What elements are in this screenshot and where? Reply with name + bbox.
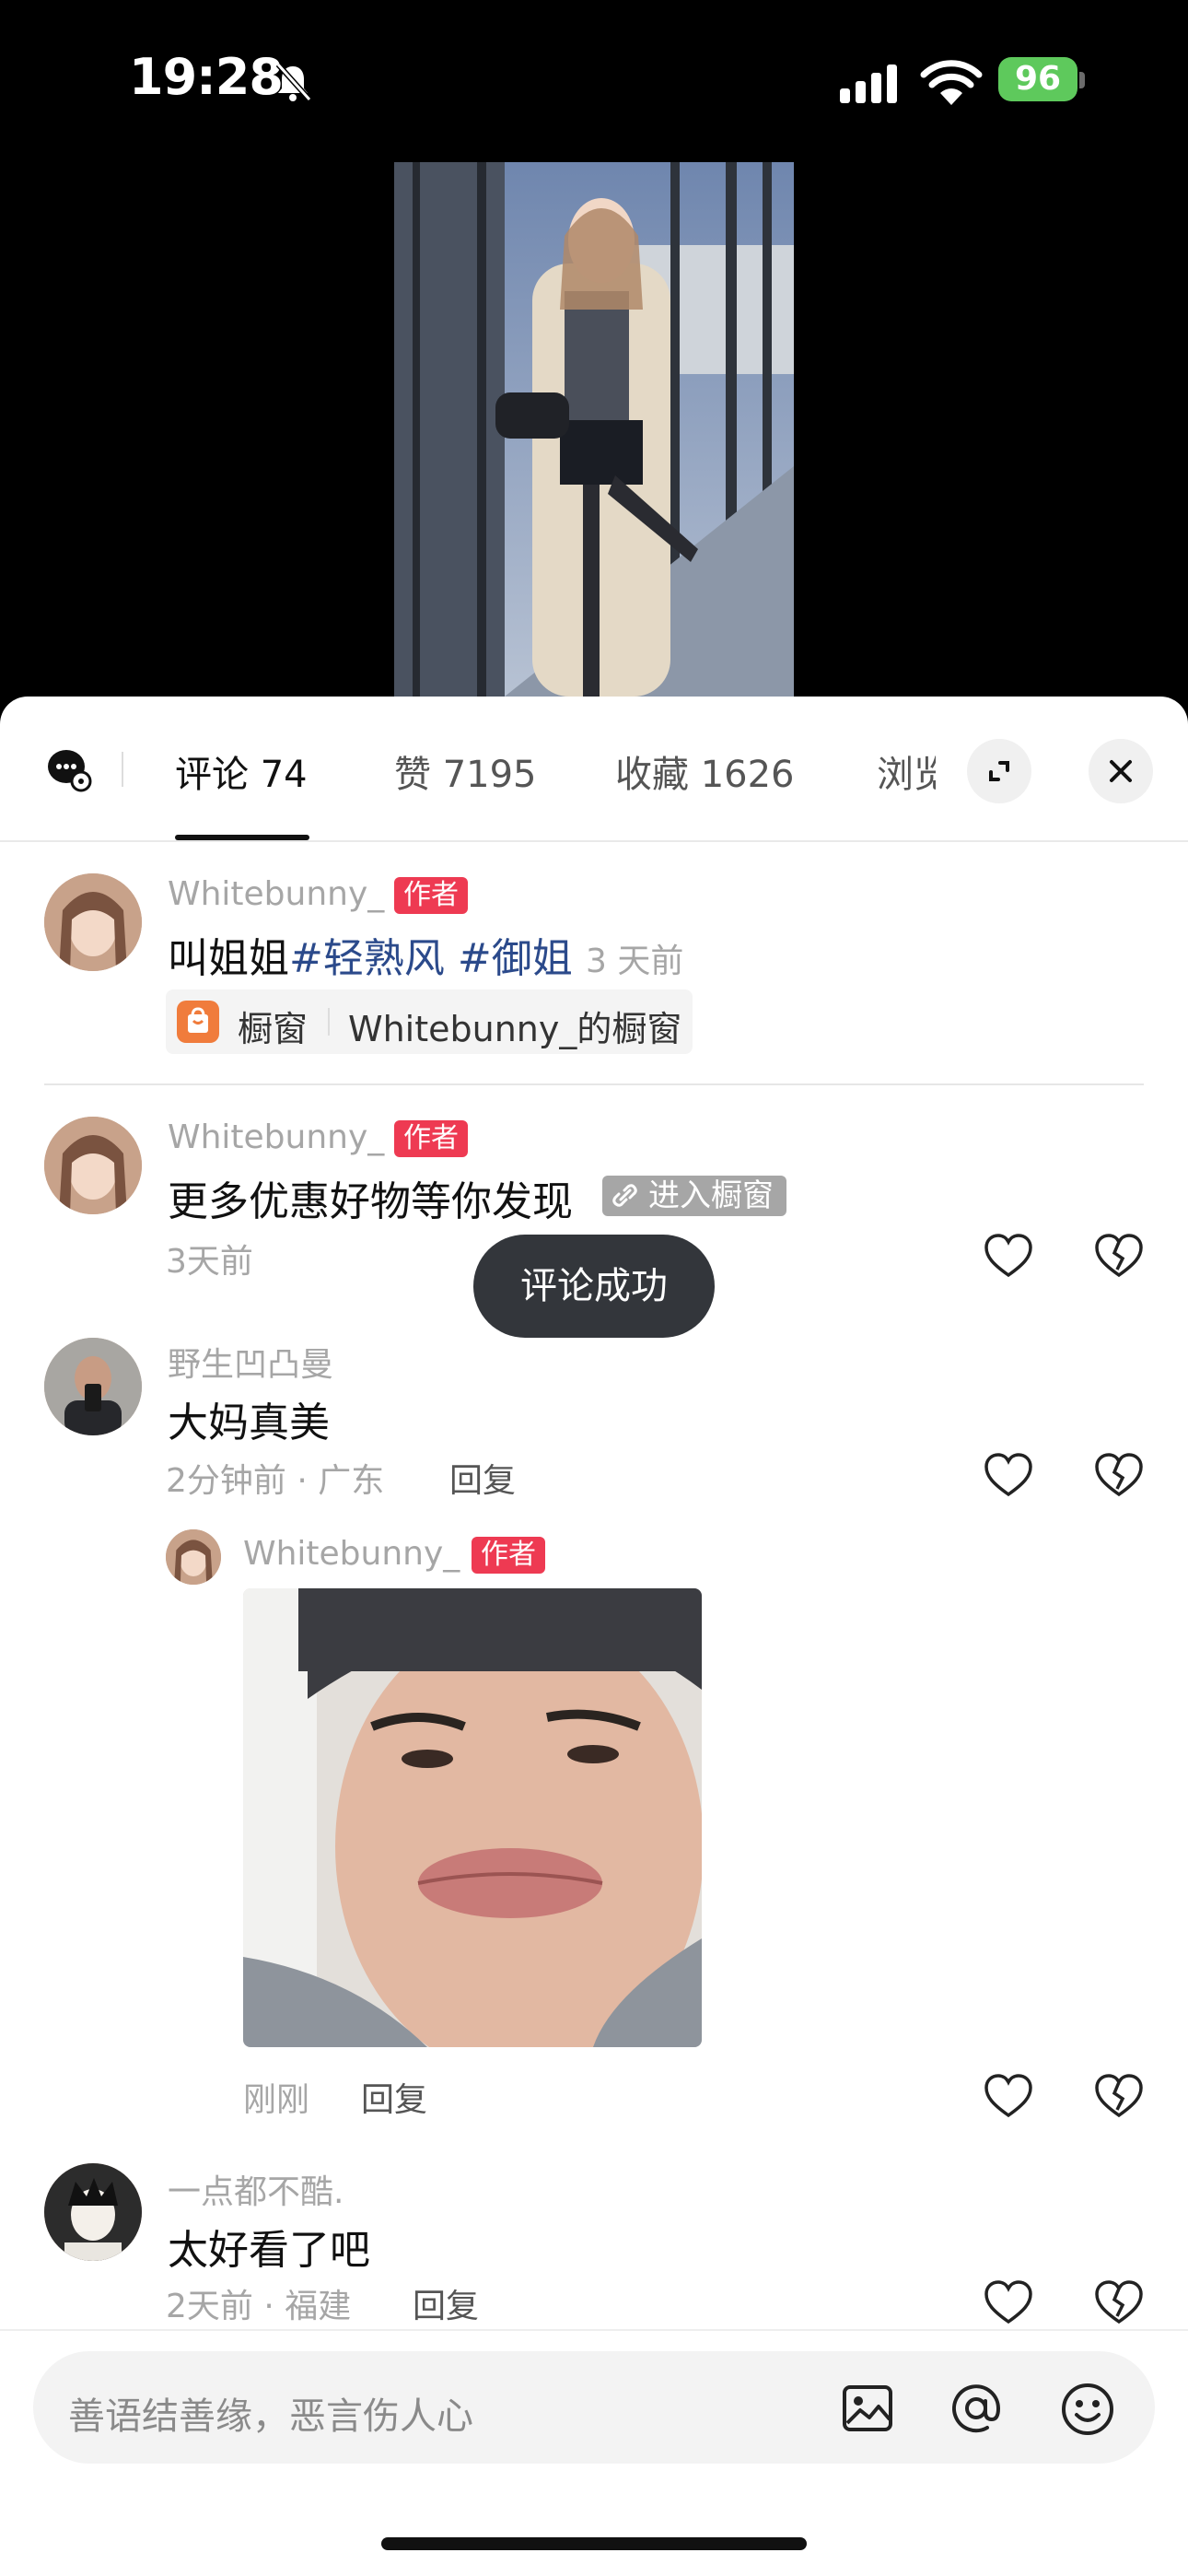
divider	[44, 1083, 1144, 1085]
comment-settings-icon[interactable]	[46, 746, 92, 792]
expand-button[interactable]	[967, 739, 1031, 803]
comment-text: 更多优惠好物等你发现	[168, 1178, 573, 1225]
toast-message: 评论成功	[473, 1235, 715, 1338]
shop-divider	[328, 1008, 330, 1036]
comment-username[interactable]: Whitebunny_	[168, 1118, 384, 1156]
tab-views[interactable]: 浏览	[877, 744, 936, 798]
like-heart-icon[interactable]	[984, 2073, 1033, 2119]
avatar-image	[166, 1529, 221, 1585]
active-tab-indicator	[175, 835, 309, 840]
battery-indicator: 96	[998, 57, 1077, 101]
comment-username[interactable]: Whitebunny_	[243, 1535, 460, 1573]
reply-button[interactable]: 回复	[361, 2073, 427, 2121]
reply-button[interactable]: 回复	[413, 2279, 479, 2327]
avatar[interactable]	[44, 2163, 142, 2261]
silent-bell-icon	[275, 62, 312, 102]
shop-label: 橱窗	[238, 1009, 309, 1049]
tab-favorites[interactable]: 收藏 1626	[615, 744, 795, 798]
like-heart-icon[interactable]	[984, 2279, 1033, 2325]
comment-text: 叫姐姐#轻熟风 #御姐	[168, 925, 573, 984]
reply-photo	[243, 1588, 702, 2047]
author-badge: 作者	[472, 1537, 545, 1574]
wifi-icon	[920, 60, 983, 105]
avatar[interactable]	[44, 873, 142, 971]
mention-icon[interactable]	[949, 2381, 1004, 2436]
comment-time: 2分钟前 · 广东	[166, 1462, 385, 1500]
comments-sheet: 评论 74 赞 7195 收藏 1626 浏览 Whitebunny_ 作者 叫…	[0, 697, 1188, 2576]
reply-button[interactable]: 回复	[449, 1454, 516, 1502]
expand-icon	[989, 761, 1009, 781]
dislike-broken-heart-icon[interactable]	[1094, 2073, 1144, 2119]
tab-comments[interactable]: 评论 74	[175, 744, 308, 798]
comment-time: 3天前	[166, 1243, 253, 1281]
link-icon	[612, 1184, 637, 1207]
avatar[interactable]	[44, 1117, 142, 1214]
battery-nub	[1079, 72, 1085, 88]
image-icon[interactable]	[840, 2381, 895, 2436]
dislike-broken-heart-icon[interactable]	[1094, 1233, 1144, 1279]
shop-window-card[interactable]: 橱窗 Whitebunny_的橱窗	[166, 989, 693, 1054]
comment-time: 2天前 · 福建	[166, 2288, 352, 2325]
dislike-broken-heart-icon[interactable]	[1094, 1452, 1144, 1498]
avatar-image	[44, 873, 142, 971]
comment-text: 大妈真美	[168, 1399, 330, 1446]
shop-name: Whitebunny_的橱窗	[348, 1009, 682, 1049]
comment-username[interactable]: 一点都不酷.	[168, 2165, 344, 2213]
comment-text-body: 叫姐姐	[168, 935, 289, 982]
like-heart-icon[interactable]	[984, 1233, 1033, 1279]
hashtag-link[interactable]: #轻熟风	[289, 935, 445, 982]
close-icon	[1110, 760, 1132, 782]
comment-time: 3 天前	[586, 943, 684, 980]
avatar-image	[44, 1338, 142, 1435]
tab-divider	[122, 752, 123, 787]
video-frame-image	[394, 162, 794, 697]
like-heart-icon[interactable]	[984, 1452, 1033, 1498]
status-time: 19:28	[129, 48, 284, 106]
avatar-image	[44, 1117, 142, 1214]
reply-image[interactable]	[243, 1588, 702, 2047]
enter-shop-label: 进入橱窗	[648, 1177, 774, 1214]
video-preview[interactable]	[394, 162, 794, 697]
close-button[interactable]	[1089, 739, 1153, 803]
avatar[interactable]	[44, 1338, 142, 1435]
avatar[interactable]	[166, 1529, 221, 1585]
home-indicator	[381, 2537, 807, 2550]
cell-signal-icon	[840, 64, 897, 103]
shopping-bag-icon	[177, 1001, 219, 1043]
dislike-broken-heart-icon[interactable]	[1094, 2279, 1144, 2325]
comment-text: 太好看了吧	[168, 2227, 370, 2274]
tab-likes[interactable]: 赞 7195	[394, 744, 537, 798]
avatar-image	[44, 2163, 142, 2261]
comment-input-placeholder: 善语结善缘，恶言伤人心	[68, 2395, 473, 2438]
comment-username[interactable]: 野生凹凸曼	[168, 1338, 333, 1386]
enter-shop-link[interactable]: 进入橱窗	[602, 1176, 786, 1216]
hashtag-link[interactable]: #御姐	[458, 935, 573, 982]
author-badge: 作者	[394, 1120, 468, 1157]
comments-tab-bar: 评论 74 赞 7195 收藏 1626 浏览	[0, 697, 1188, 842]
author-badge: 作者	[394, 877, 468, 914]
comment-username[interactable]: Whitebunny_	[168, 875, 384, 913]
comment-time: 刚刚	[243, 2081, 310, 2119]
emoji-icon[interactable]	[1059, 2381, 1116, 2438]
